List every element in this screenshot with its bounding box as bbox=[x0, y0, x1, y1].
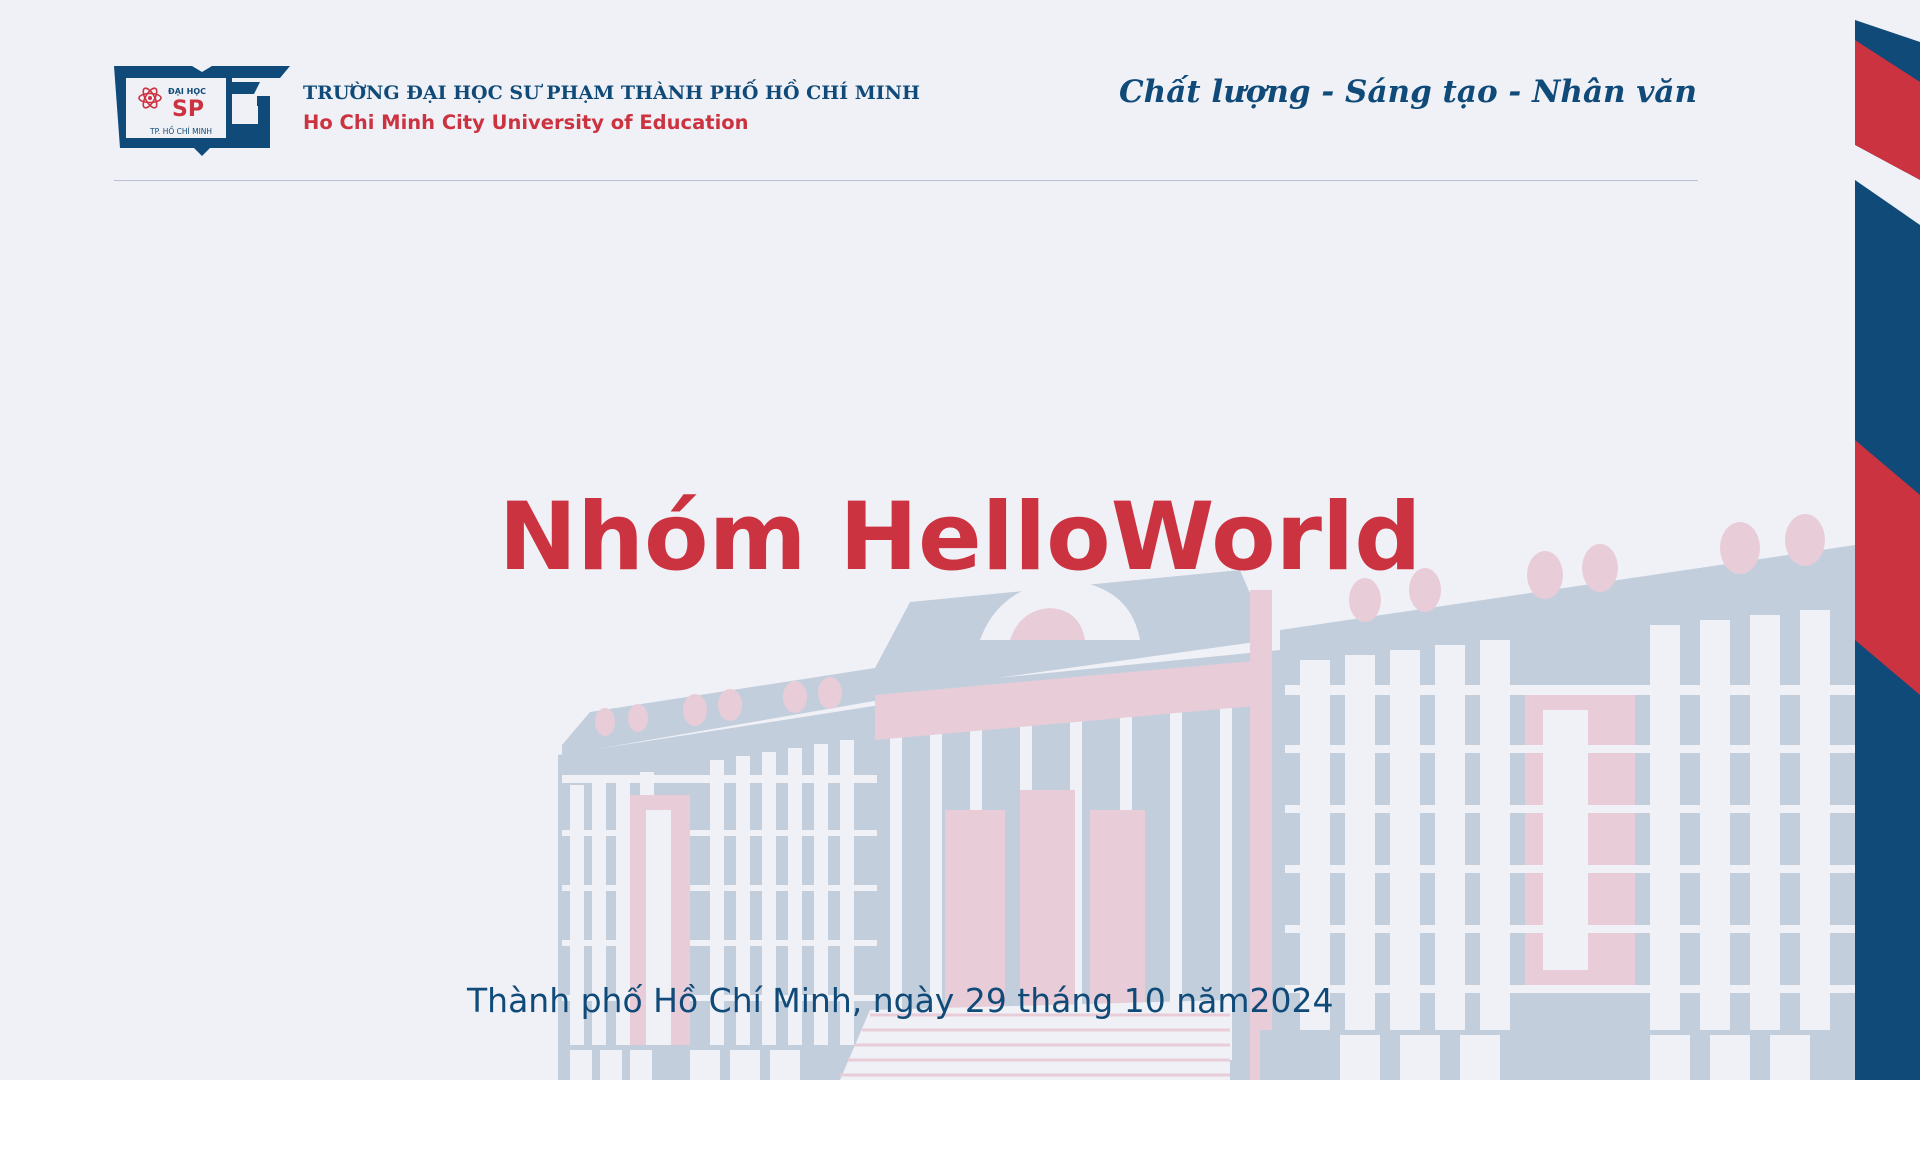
blank-area-below-slide bbox=[0, 1080, 1920, 1160]
date-location-line: Thành phố Hồ Chí Minh, ngày 29 tháng 10 … bbox=[467, 981, 1334, 1020]
header-divider bbox=[114, 180, 1698, 181]
logo-abbreviation: SP bbox=[172, 97, 204, 122]
university-motto: Chất lượng - Sáng tạo - Nhân văn bbox=[1118, 74, 1697, 110]
university-name-english: Ho Chi Minh City University of Education bbox=[303, 111, 749, 134]
slide-title-text: Nhóm HelloWorld bbox=[498, 483, 1422, 592]
logo-small-text: ĐẠI HỌC bbox=[168, 87, 206, 96]
university-logo: ĐẠI HỌC SP TP. HỒ CHÍ MINH bbox=[114, 66, 290, 156]
slide-title: Nhóm HelloWorld bbox=[0, 483, 1920, 592]
university-name-vietnamese: TRƯỜNG ĐẠI HỌC SƯ PHẠM THÀNH PHỐ HỒ CHÍ … bbox=[303, 82, 920, 104]
title-slide: ĐẠI HỌC SP TP. HỒ CHÍ MINH TRƯỜNG ĐẠI HỌ… bbox=[0, 0, 1920, 1080]
logo-city-text: TP. HỒ CHÍ MINH bbox=[149, 126, 212, 136]
